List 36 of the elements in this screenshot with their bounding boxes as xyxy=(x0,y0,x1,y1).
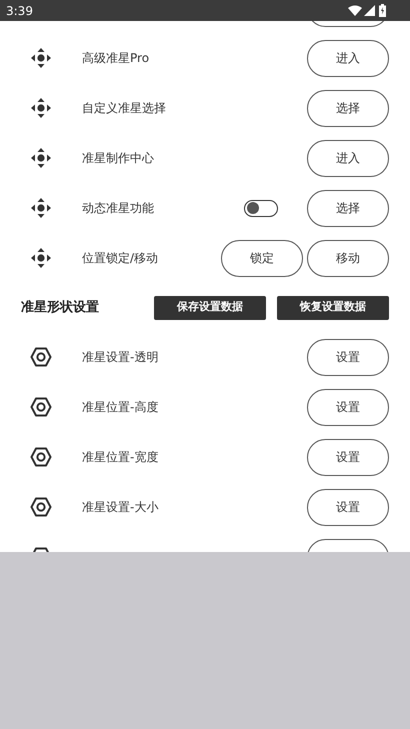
setting-label: 准星制作中心 xyxy=(82,150,154,167)
battery-icon xyxy=(379,4,386,17)
action-button[interactable]: 移动 xyxy=(307,240,389,276)
action-button[interactable]: 选择 xyxy=(307,190,389,226)
move-icon xyxy=(30,97,52,119)
action-button[interactable]: 设置 xyxy=(307,438,389,476)
hexagon-nut-icon xyxy=(30,347,52,367)
setting-label: 准星位置-高度 xyxy=(82,399,158,416)
action-button[interactable]: 恢复设置数据 xyxy=(277,296,389,320)
action-button[interactable]: 设置 xyxy=(307,388,389,426)
status-time: 3:39 xyxy=(6,2,33,20)
move-icon xyxy=(30,147,52,169)
action-button[interactable]: 设置 xyxy=(307,338,389,376)
hexagon-nut-icon xyxy=(30,497,52,517)
setting-label: 位置锁定/移动 xyxy=(82,250,158,267)
action-button[interactable]: 锁定 xyxy=(221,240,303,276)
move-icon xyxy=(30,247,52,269)
hexagon-nut-icon xyxy=(30,447,52,467)
setting-label: 高级准星Pro xyxy=(82,50,150,67)
action-button[interactable]: 保存设置数据 xyxy=(154,296,266,320)
setting-label: 准星位置-宽度 xyxy=(82,449,158,466)
setting-label: 准星设置-大小 xyxy=(82,499,158,516)
setting-label: 动态准星功能 xyxy=(82,200,154,217)
signal-icon xyxy=(364,5,375,16)
setting-label: 自定义准星选择 xyxy=(82,100,166,117)
section-title: 准星形状设置 xyxy=(21,298,99,317)
hexagon-nut-icon xyxy=(30,397,52,417)
toggle-switch[interactable] xyxy=(244,200,278,216)
action-button[interactable]: 选择 xyxy=(307,90,389,126)
wifi-icon xyxy=(348,5,362,16)
action-button[interactable]: 进入 xyxy=(307,140,389,176)
action-button[interactable]: 进入 xyxy=(307,40,389,76)
move-icon xyxy=(30,47,52,69)
action-button[interactable]: 设置 xyxy=(307,488,389,526)
move-icon xyxy=(30,197,52,219)
setting-label: 准星设置-透明 xyxy=(82,349,158,366)
